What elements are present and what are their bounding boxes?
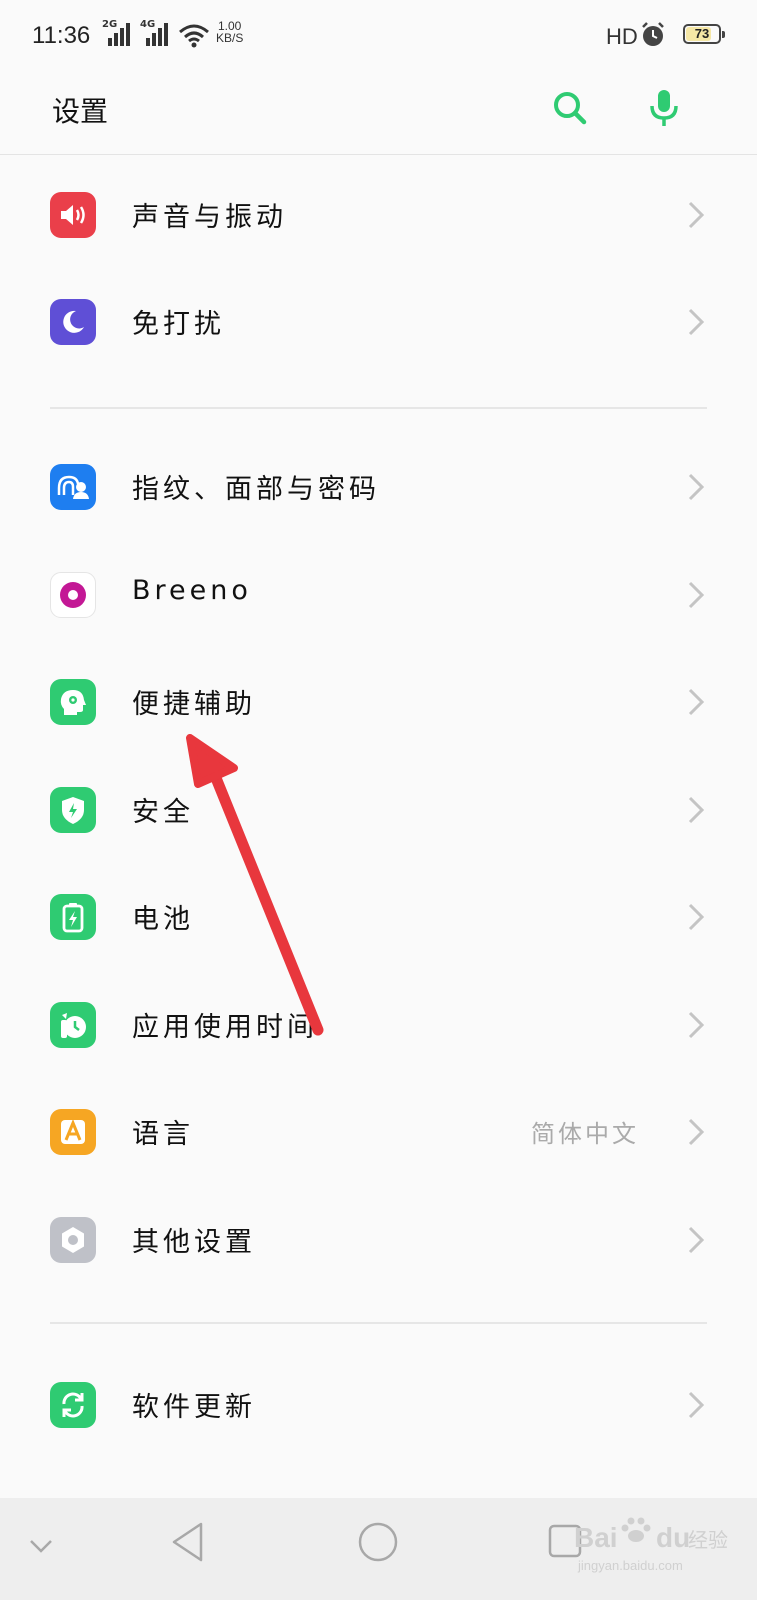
settings-item-sound[interactable]: 声音与振动: [0, 165, 757, 265]
settings-item-label: 指纹、面部与密码: [132, 474, 380, 505]
speaker-icon: [50, 192, 96, 238]
net-speed: 1.00 KB/S: [216, 20, 243, 44]
settings-item-label: 其他设置: [132, 1227, 256, 1258]
settings-item-label: 软件更新: [132, 1392, 256, 1423]
search-icon: [554, 92, 587, 125]
settings-header: 设置: [0, 80, 757, 155]
settings-item-label: Breeno: [132, 575, 252, 606]
chevron-right-icon: [688, 903, 705, 931]
chevron-right-icon: [688, 581, 705, 609]
alarm-icon: [642, 22, 664, 46]
paw-logo-icon: [621, 1517, 651, 1542]
settings-item-label: 应用使用时间: [132, 1012, 318, 1043]
language-icon: [50, 1109, 96, 1155]
app-time-icon: [50, 1002, 96, 1048]
battery-nub: [722, 31, 725, 38]
shield-icon: [50, 787, 96, 833]
settings-item-other[interactable]: 其他设置: [0, 1190, 757, 1290]
chevron-right-icon: [688, 688, 705, 716]
settings-item-label: 电池: [132, 904, 194, 935]
settings-item-accessibility[interactable]: 便捷辅助: [0, 652, 757, 752]
settings-item-app-usage[interactable]: 应用使用时间: [0, 975, 757, 1075]
voice-search-button[interactable]: [640, 84, 690, 134]
battery-indicator: 73: [683, 24, 725, 44]
battery-icon: [50, 894, 96, 940]
moon-icon: [50, 299, 96, 345]
assist-head-icon: [50, 679, 96, 725]
net-speed-unit: KB/S: [216, 31, 244, 45]
chevron-right-icon: [688, 308, 705, 336]
section-divider: [50, 1322, 707, 1324]
chevron-right-icon: [688, 796, 705, 824]
settings-item-fingerprint[interactable]: 指纹、面部与密码: [0, 437, 757, 537]
section-divider: [50, 407, 707, 409]
status-time: 11:36: [32, 22, 91, 49]
settings-item-security[interactable]: 安全: [0, 760, 757, 860]
settings-item-label: 免打扰: [132, 309, 225, 340]
update-icon: [50, 1382, 96, 1428]
search-button[interactable]: [546, 84, 596, 134]
settings-item-battery[interactable]: 电池: [0, 867, 757, 967]
chevron-right-icon: [688, 1011, 705, 1039]
settings-item-label: 安全: [132, 797, 194, 828]
settings-item-software-update[interactable]: 软件更新: [0, 1355, 757, 1455]
hexagon-gear-icon: [50, 1217, 96, 1263]
page-title: 设置: [52, 95, 109, 128]
hd-label: HD: [606, 24, 638, 49]
settings-item-dnd[interactable]: 免打扰: [0, 272, 757, 372]
settings-item-value: 简体中文: [531, 1120, 639, 1148]
settings-item-label: 语言: [132, 1119, 194, 1150]
settings-item-label: 便捷辅助: [132, 689, 256, 720]
chevron-right-icon: [688, 1226, 705, 1254]
microphone-icon: [650, 90, 678, 126]
breeno-icon: [50, 572, 96, 618]
chevron-right-icon: [688, 1118, 705, 1146]
battery-level: 73: [694, 26, 710, 41]
watermark-product: 经验: [688, 1528, 728, 1552]
settings-item-language[interactable]: 语言 简体中文: [0, 1082, 757, 1182]
settings-item-breeno[interactable]: Breeno: [0, 545, 757, 645]
chevron-right-icon: [688, 1391, 705, 1419]
watermark-brand: Bai: [574, 1522, 618, 1553]
watermark-brand-du: du: [656, 1522, 691, 1553]
home-icon[interactable]: [356, 1520, 400, 1564]
watermark: Bai du 经验 jingyan.baidu.com: [548, 1517, 728, 1580]
watermark-url: jingyan.baidu.com: [578, 1558, 683, 1573]
settings-item-label: 声音与振动: [132, 202, 287, 233]
wifi-icon: [179, 24, 209, 48]
status-bar: 11:36 2G 4G 1.00 KB/S HD 73: [0, 0, 757, 80]
chevron-right-icon: [688, 201, 705, 229]
chevron-down-icon[interactable]: [26, 1534, 56, 1558]
fingerprint-face-icon: [50, 464, 96, 510]
chevron-right-icon: [688, 473, 705, 501]
back-icon[interactable]: [168, 1520, 208, 1564]
